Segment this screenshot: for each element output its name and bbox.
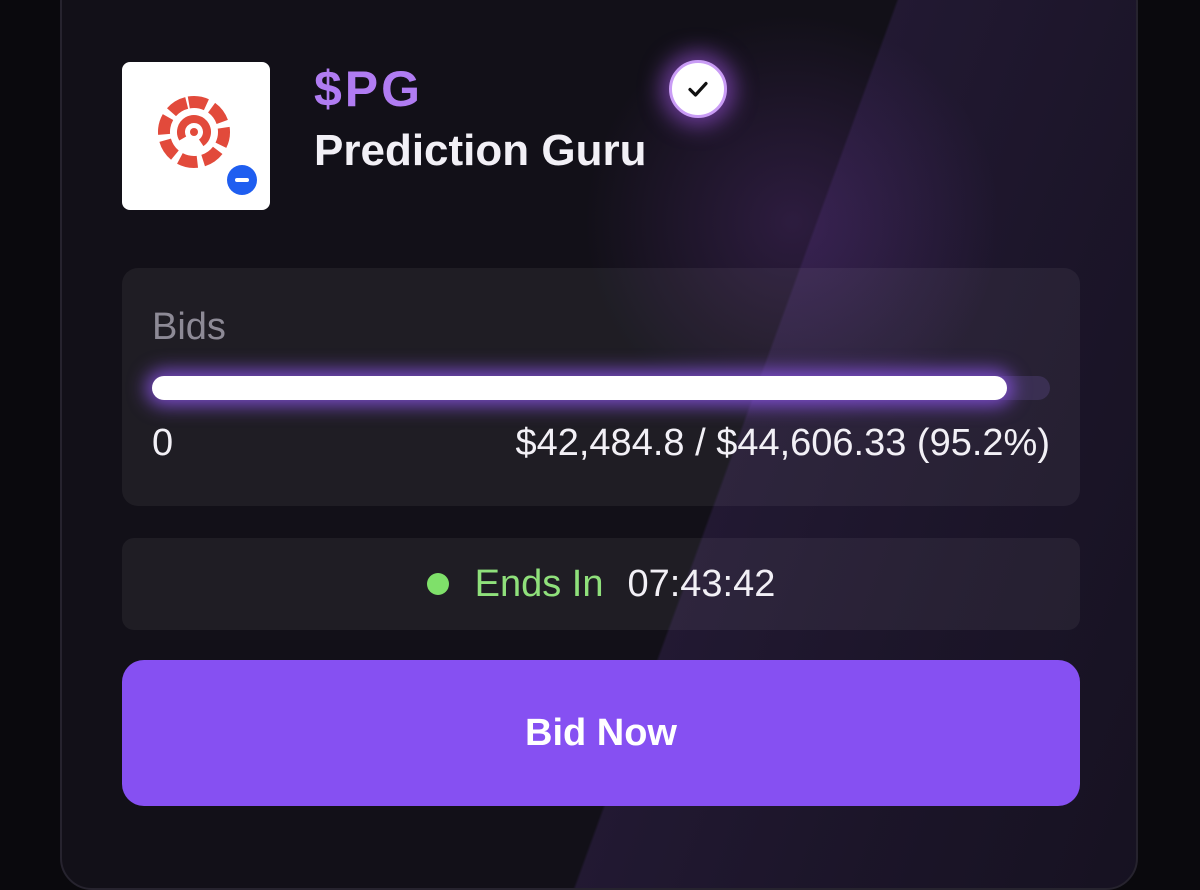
ends-in-panel: Ends In 07:43:42	[122, 538, 1080, 630]
status-dot-icon	[426, 573, 449, 595]
token-logo	[122, 62, 270, 210]
bids-amount: $42,484.8 / $44,606.33 (95.2%)	[515, 422, 1050, 464]
countdown-timer: 07:43:42	[627, 562, 776, 605]
verified-check-icon	[669, 60, 727, 118]
chain-badge-icon	[224, 162, 260, 198]
bids-panel: Bids 0 $42,484.8 / $44,606.33 (95.2%)	[122, 268, 1080, 506]
token-auction-card: $PG Prediction Guru Bids 0 $42,484.8 / $…	[60, 0, 1138, 890]
bids-label: Bids	[152, 306, 226, 348]
token-ticker: $PG	[314, 61, 424, 117]
bids-progress-fill	[152, 376, 1007, 400]
token-name: Prediction Guru	[314, 126, 647, 175]
bid-now-button[interactable]: Bid Now	[122, 660, 1080, 806]
progress-min-value: 0	[152, 422, 174, 464]
bids-progress-bar	[152, 376, 1050, 400]
ends-in-label: Ends In	[474, 562, 604, 605]
